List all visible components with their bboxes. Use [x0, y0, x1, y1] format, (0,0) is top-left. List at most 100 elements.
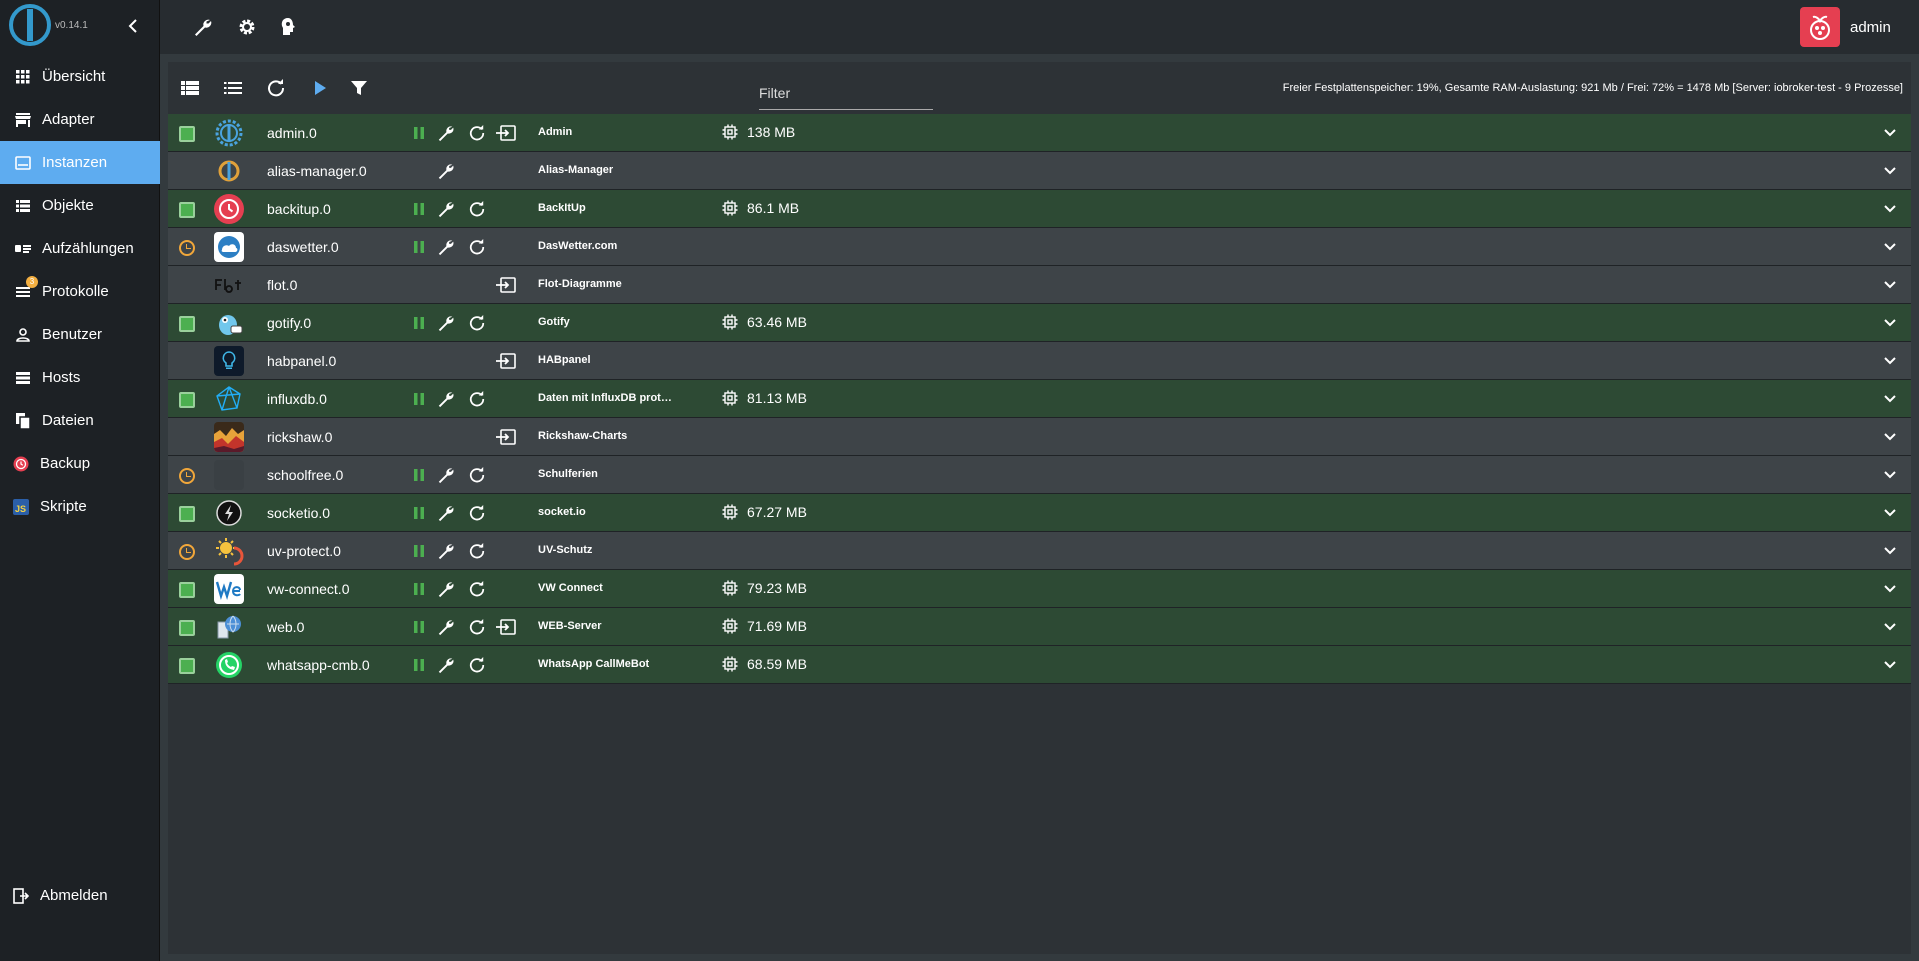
pause-button[interactable]	[408, 312, 430, 334]
reload-button[interactable]	[264, 76, 288, 100]
pause-button[interactable]	[408, 198, 430, 220]
sidebar-item-benutzer[interactable]: Benutzer	[0, 313, 160, 356]
pause-button[interactable]	[408, 388, 430, 410]
settings-button[interactable]	[435, 312, 457, 334]
chevron-down-icon[interactable]	[1882, 543, 1898, 559]
settings-button[interactable]	[435, 464, 457, 486]
chevron-down-icon[interactable]	[1882, 239, 1898, 255]
pause-button[interactable]	[408, 654, 430, 676]
table-row[interactable]: vw-connect.0 VW Connect 79.23 MB	[168, 570, 1911, 608]
pause-button[interactable]	[408, 236, 430, 258]
run-button[interactable]	[308, 76, 332, 100]
restart-button[interactable]	[466, 464, 488, 486]
table-row[interactable]: admin.0 Admin 138 MB	[168, 114, 1911, 152]
restart-button[interactable]	[466, 236, 488, 258]
chevron-down-icon[interactable]	[1882, 467, 1898, 483]
sidebar-item-adapter[interactable]: Adapter	[0, 98, 160, 141]
wrench-button[interactable]	[190, 14, 216, 40]
logout-button[interactable]: Abmelden	[0, 874, 160, 917]
settings-button[interactable]	[435, 616, 457, 638]
settings-button[interactable]	[435, 654, 457, 676]
pause-button[interactable]	[408, 122, 430, 144]
restart-button[interactable]	[466, 502, 488, 524]
chevron-down-icon[interactable]	[1882, 505, 1898, 521]
restart-button[interactable]	[466, 388, 488, 410]
chevron-down-icon[interactable]	[1882, 163, 1898, 179]
sidebar-item-dateien[interactable]: Dateien	[0, 399, 160, 442]
open-web-button[interactable]	[495, 274, 517, 296]
chevron-down-icon[interactable]	[1882, 391, 1898, 407]
chevron-down-icon[interactable]	[1882, 429, 1898, 445]
open-web-button[interactable]	[495, 122, 517, 144]
sidebar-item-instanzen[interactable]: Instanzen	[0, 141, 160, 184]
pause-button[interactable]	[408, 464, 430, 486]
settings-button[interactable]	[435, 160, 457, 182]
table-row[interactable]: uv-protect.0 UV-Schutz	[168, 532, 1911, 570]
settings-button[interactable]	[435, 198, 457, 220]
compact-view-button[interactable]	[221, 76, 245, 100]
filter-input[interactable]	[759, 78, 933, 108]
user-name[interactable]: admin	[1850, 19, 1891, 36]
chevron-down-icon[interactable]	[1882, 125, 1898, 141]
chevron-down-icon[interactable]	[1882, 315, 1898, 331]
restart-button[interactable]	[466, 616, 488, 638]
pause-button[interactable]	[408, 578, 430, 600]
sidebar-item-objekte[interactable]: Objekte	[0, 184, 160, 227]
settings-button[interactable]	[435, 388, 457, 410]
chevron-down-icon[interactable]	[1882, 657, 1898, 673]
open-web-button[interactable]	[495, 350, 517, 372]
restart-button[interactable]	[466, 198, 488, 220]
js-icon: JS	[12, 498, 30, 516]
settings-button[interactable]	[435, 540, 457, 562]
chevron-down-icon[interactable]	[1882, 581, 1898, 597]
sidebar-item-aufzaehlungen[interactable]: Aufzählungen	[0, 227, 160, 270]
expand-all-button[interactable]	[178, 76, 202, 100]
avatar[interactable]	[1800, 7, 1840, 47]
table-row[interactable]: rickshaw.0 Rickshaw-Charts	[168, 418, 1911, 456]
restart-button[interactable]	[466, 654, 488, 676]
restart-button[interactable]	[466, 578, 488, 600]
instance-title: WEB-Server	[538, 620, 602, 632]
chevron-down-icon[interactable]	[1882, 201, 1898, 217]
sidebar-item-uebersicht[interactable]: Übersicht	[0, 55, 160, 98]
table-row[interactable]: socketio.0 socket.io 67.27 MB	[168, 494, 1911, 532]
pause-button[interactable]	[408, 502, 430, 524]
sidebar-item-label: Hosts	[42, 369, 81, 386]
table-row[interactable]: daswetter.0 DasWetter.com	[168, 228, 1911, 266]
restart-button[interactable]	[466, 540, 488, 562]
pause-button[interactable]	[408, 540, 430, 562]
sidebar-item-backup[interactable]: Backup	[0, 442, 160, 485]
open-web-button[interactable]	[495, 616, 517, 638]
table-row[interactable]: backitup.0 BackItUp 86.1 MB	[168, 190, 1911, 228]
chevron-down-icon[interactable]	[1882, 353, 1898, 369]
settings-button[interactable]	[435, 236, 457, 258]
table-row[interactable]: schoolfree.0 Schulferien	[168, 456, 1911, 494]
table-row[interactable]: gotify.0 Gotify 63.46 MB	[168, 304, 1911, 342]
iobroker-logo-icon[interactable]	[8, 3, 52, 47]
table-row[interactable]: flot.0 Flot-Diagramme	[168, 266, 1911, 304]
sidebar-item-hosts[interactable]: Hosts	[0, 356, 160, 399]
table-row[interactable]: whatsapp-cmb.0 WhatsApp CallMeBot 68.59 …	[168, 646, 1911, 684]
table-row[interactable]: habpanel.0 HABpanel	[168, 342, 1911, 380]
chevron-left-icon[interactable]	[124, 16, 142, 36]
chevron-down-icon[interactable]	[1882, 277, 1898, 293]
app-version: v0.14.1	[55, 20, 88, 31]
settings-button[interactable]	[435, 502, 457, 524]
refresh-icon	[469, 543, 485, 559]
open-web-button[interactable]	[495, 426, 517, 448]
sidebar-item-protokolle[interactable]: 3 Protokolle	[0, 270, 160, 313]
expert-mode-button[interactable]	[276, 14, 302, 40]
sidebar-item-skripte[interactable]: JS Skripte	[0, 485, 160, 528]
settings-button[interactable]	[234, 14, 260, 40]
pause-button[interactable]	[408, 616, 430, 638]
table-row[interactable]: alias-manager.0 Alias-Manager	[168, 152, 1911, 190]
restart-button[interactable]	[466, 122, 488, 144]
restart-button[interactable]	[466, 312, 488, 334]
chevron-down-icon[interactable]	[1882, 619, 1898, 635]
settings-button[interactable]	[435, 578, 457, 600]
filter-button[interactable]	[347, 76, 371, 100]
table-row[interactable]: influxdb.0 Daten mit InfluxDB protok... …	[168, 380, 1911, 418]
table-row[interactable]: web.0 WEB-Server 71.69 MB	[168, 608, 1911, 646]
settings-button[interactable]	[435, 122, 457, 144]
sidebar-item-label: Übersicht	[42, 68, 106, 85]
